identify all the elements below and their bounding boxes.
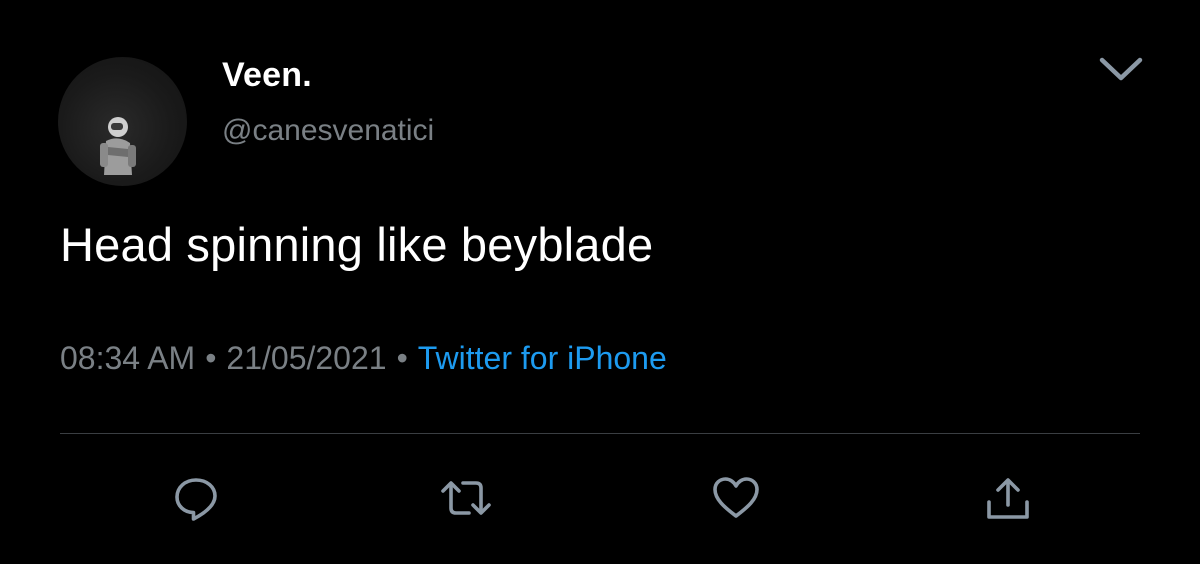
share-button[interactable] — [982, 472, 1034, 524]
reply-icon — [175, 478, 217, 521]
tweet-date[interactable]: 21/05/2021 — [226, 340, 386, 376]
tweet-time: 08:34 AM — [60, 340, 196, 376]
tweet-source-link[interactable]: Twitter for iPhone — [418, 340, 667, 376]
astronaut-avatar-image — [100, 117, 136, 175]
heart-icon — [713, 477, 759, 518]
avatar[interactable] — [58, 57, 187, 186]
tweet-card: Veen. @canesvenatici Head spinning like … — [0, 0, 1200, 564]
display-name[interactable]: Veen. — [222, 56, 312, 95]
tweet-metadata: 08:34 AM • 21/05/2021 • Twitter for iPhone — [60, 340, 667, 377]
divider — [60, 433, 1140, 434]
separator-dot: • — [205, 340, 217, 376]
user-handle[interactable]: @canesvenatici — [222, 114, 434, 148]
separator-dot: • — [396, 340, 408, 376]
retweet-icon — [441, 481, 491, 515]
reply-button[interactable] — [170, 472, 222, 524]
like-button[interactable] — [710, 472, 762, 524]
share-icon — [987, 478, 1029, 519]
tweet-text: Head spinning like beyblade — [60, 218, 654, 271]
retweet-button[interactable] — [440, 472, 492, 524]
chevron-down-icon[interactable] — [1097, 50, 1145, 90]
